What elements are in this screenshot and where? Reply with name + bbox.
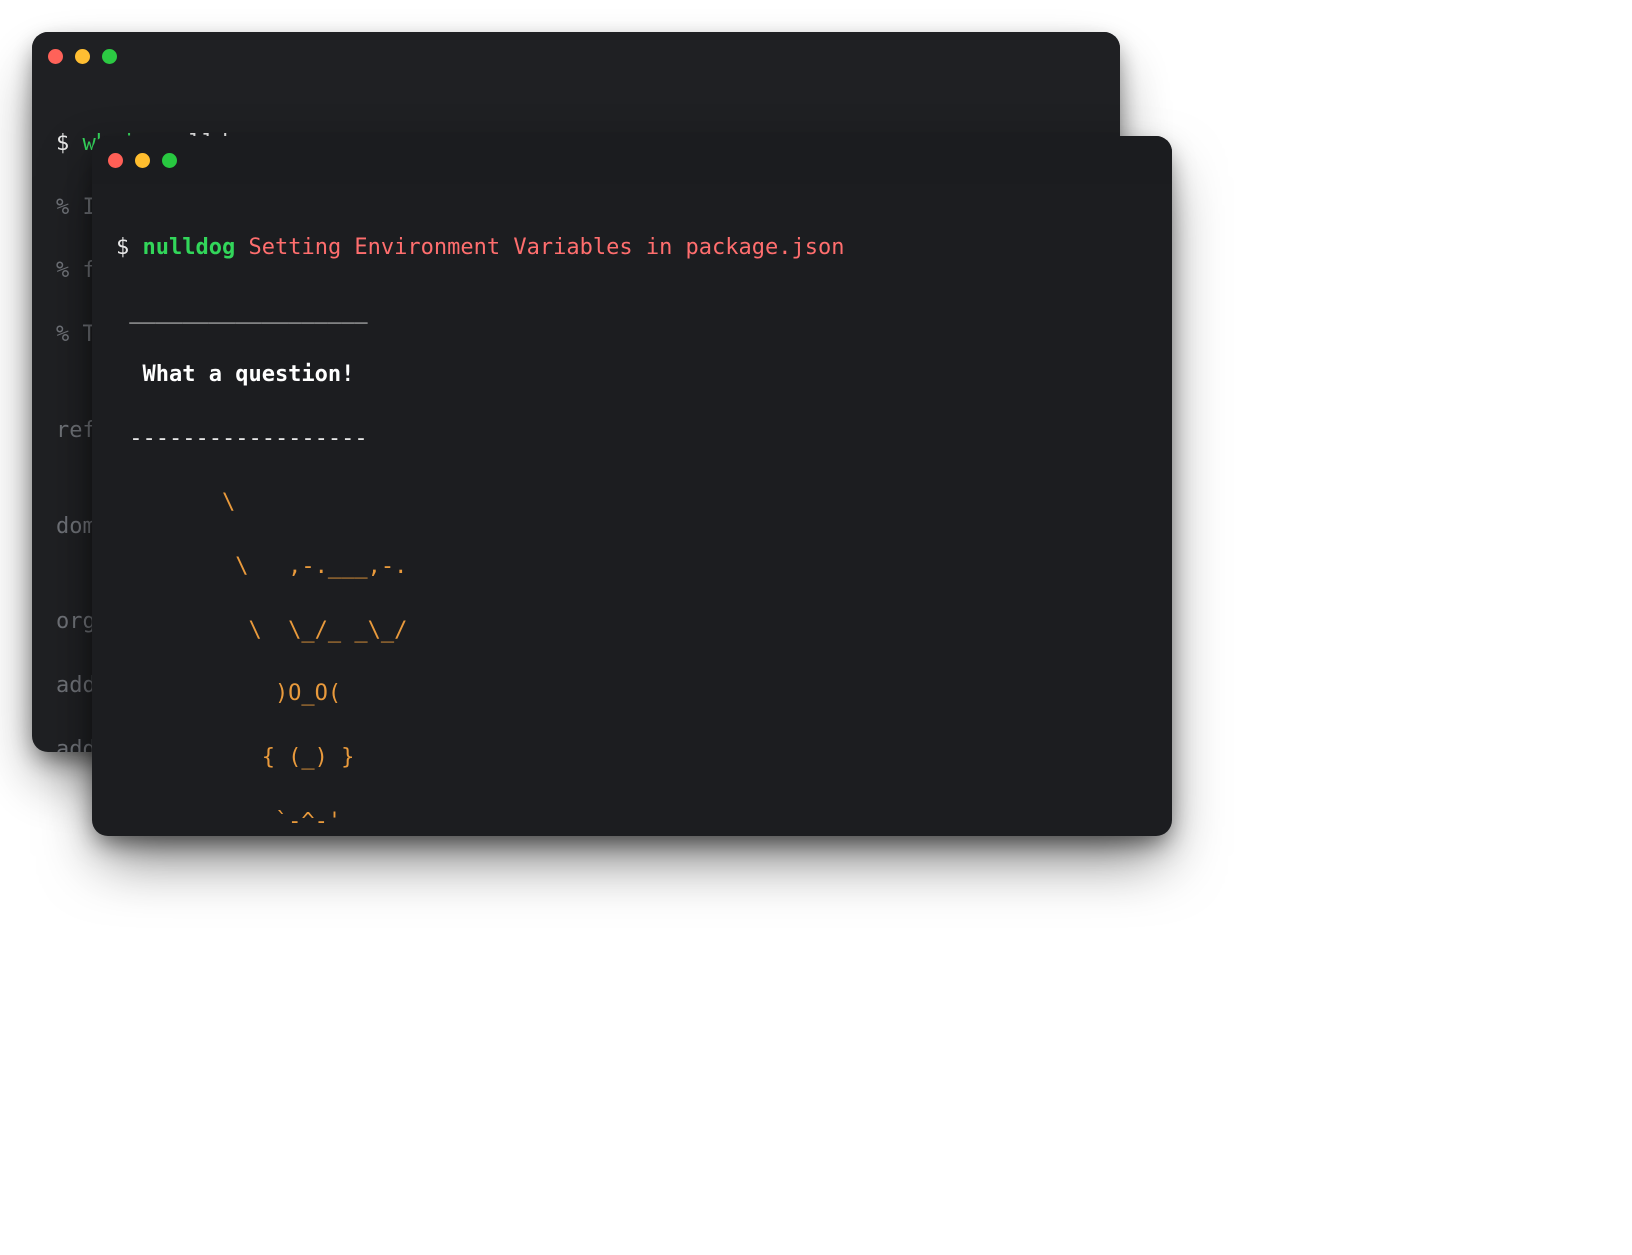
- prompt-symbol: $: [56, 131, 83, 156]
- close-icon[interactable]: [48, 49, 63, 64]
- minimize-icon[interactable]: [75, 49, 90, 64]
- speech-bubble-top: __________________: [116, 296, 1148, 328]
- titlebar-back: [32, 32, 1120, 80]
- ascii-dog-icon: )O_O(: [116, 678, 1148, 710]
- traffic-lights-back: [48, 49, 117, 64]
- speech-bubble-text: What a question!: [116, 359, 1148, 391]
- terminal-window-front: $ nulldog Setting Environment Variables …: [92, 136, 1172, 836]
- zoom-icon[interactable]: [102, 49, 117, 64]
- close-icon[interactable]: [108, 153, 123, 168]
- prompt-line: $ nulldog Setting Environment Variables …: [116, 232, 1148, 264]
- terminal-body-front[interactable]: $ nulldog Setting Environment Variables …: [92, 184, 1172, 836]
- zoom-icon[interactable]: [162, 153, 177, 168]
- minimize-icon[interactable]: [135, 153, 150, 168]
- ascii-dog-icon: { (_) }: [116, 742, 1148, 774]
- ascii-dog-icon: `-^-': [116, 806, 1148, 836]
- titlebar-front: [92, 136, 1172, 184]
- command: nulldog: [143, 235, 236, 260]
- stage: $ whois nulldog.com % IANA WHOIS server …: [0, 0, 1632, 1255]
- ascii-dog-icon: \ ,-.___,-.: [116, 551, 1148, 583]
- ascii-dog-icon: \: [116, 487, 1148, 519]
- traffic-lights-front: [108, 153, 177, 168]
- prompt-symbol: $: [116, 235, 143, 260]
- ascii-dog-icon: \ \_/_ _\_/: [116, 615, 1148, 647]
- speech-bubble-bottom: ------------------: [116, 423, 1148, 455]
- page-title: Setting Environment Variables in package…: [248, 235, 844, 260]
